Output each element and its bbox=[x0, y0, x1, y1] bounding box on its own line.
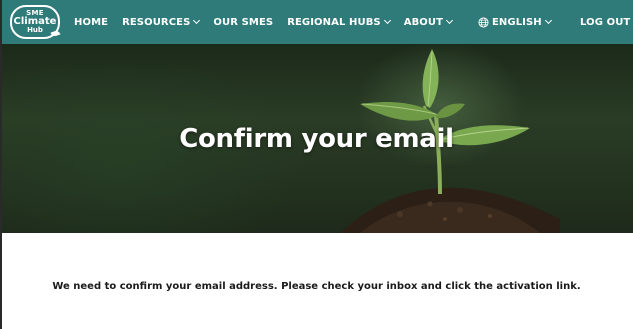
page: SME Climate Hub HOME RESOURCES OUR SMES … bbox=[0, 0, 633, 329]
logout-button[interactable]: LOG OUT bbox=[580, 0, 633, 44]
nav-our-smes-label: OUR SMES bbox=[213, 16, 274, 28]
chevron-down-icon bbox=[193, 16, 201, 25]
nav-regional-hubs-label: REGIONAL HUBS bbox=[287, 16, 381, 28]
logo-text-hub: Hub bbox=[27, 26, 43, 34]
sme-climate-hub-logo[interactable]: SME Climate Hub bbox=[10, 5, 61, 39]
nav-resources-label: RESOURCES bbox=[122, 16, 191, 28]
language-label: ENGLISH bbox=[492, 16, 542, 28]
hero-banner: Confirm your email bbox=[0, 44, 633, 233]
page-title: Confirm your email bbox=[179, 124, 454, 154]
nav-home[interactable]: HOME bbox=[74, 17, 108, 28]
nav-about[interactable]: ABOUT bbox=[403, 16, 454, 28]
top-navbar: SME Climate Hub HOME RESOURCES OUR SMES … bbox=[0, 0, 633, 44]
window-left-edge bbox=[0, 0, 2, 329]
nav-about-label: ABOUT bbox=[403, 16, 444, 28]
globe-icon bbox=[478, 16, 489, 28]
chevron-down-icon bbox=[544, 16, 552, 25]
confirmation-message: We need to confirm your email address. P… bbox=[52, 281, 581, 292]
chevron-down-icon bbox=[383, 16, 391, 25]
language-selector[interactable]: ENGLISH bbox=[478, 0, 552, 44]
nav-our-smes[interactable]: OUR SMES bbox=[213, 17, 273, 28]
chevron-down-icon bbox=[446, 16, 454, 25]
nav-home-label: HOME bbox=[74, 16, 109, 28]
nav-regional-hubs[interactable]: REGIONAL HUBS bbox=[287, 16, 391, 28]
logout-label: LOG OUT bbox=[580, 16, 631, 28]
nav-resources[interactable]: RESOURCES bbox=[122, 16, 201, 28]
leaf-icon bbox=[50, 29, 61, 38]
